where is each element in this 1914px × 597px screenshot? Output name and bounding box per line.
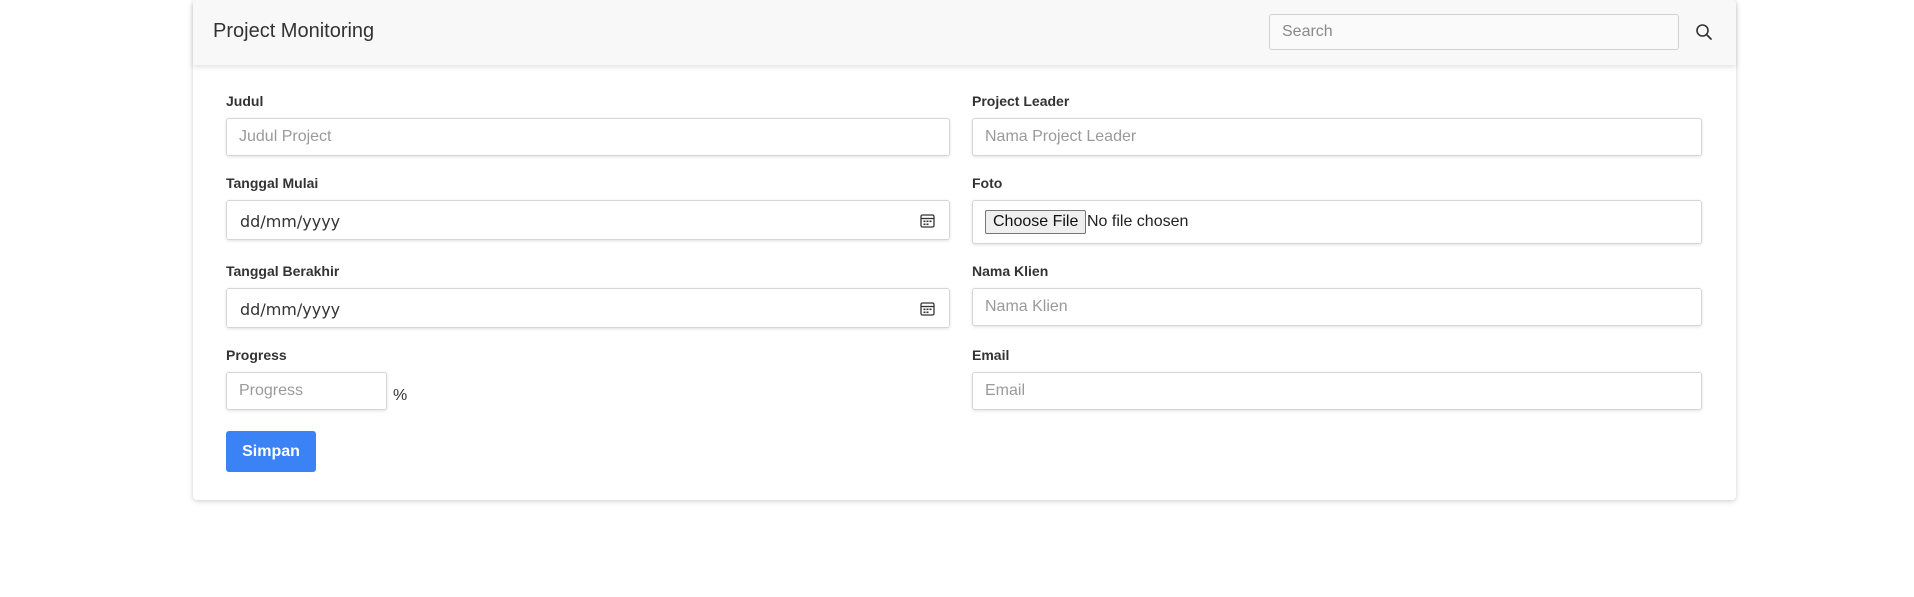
search-input[interactable] [1269,14,1679,50]
choose-file-button[interactable]: Choose File [985,210,1087,234]
calendar-icon[interactable] [920,213,935,228]
navbar: Project Monitoring [193,0,1736,65]
judul-input[interactable] [226,118,950,156]
tanggal-mulai-value: dd/mm/yyyy [240,212,341,231]
nama-klien-label: Nama Klien [972,263,1049,279]
judul-label: Judul [226,93,264,109]
email-input[interactable] [972,372,1702,410]
project-leader-label: Project Leader [972,93,1070,109]
calendar-icon[interactable] [920,301,935,316]
search-icon[interactable] [1694,22,1714,42]
foto-file-input[interactable]: Choose File No file chosen [972,200,1702,244]
tanggal-mulai-label: Tanggal Mulai [226,175,319,191]
progress-label: Progress [226,347,287,363]
file-status-text: No file chosen [1087,213,1189,230]
project-leader-input[interactable] [972,118,1702,156]
nama-klien-input[interactable] [972,288,1702,326]
tanggal-berakhir-value: dd/mm/yyyy [240,300,341,319]
foto-label: Foto [972,175,1003,191]
progress-unit: % [393,387,408,404]
page-title: Project Monitoring [213,20,375,42]
project-form-card: Project Monitoring Judul Project Leader … [193,0,1736,500]
email-label: Email [972,347,1010,363]
save-button[interactable]: Simpan [226,431,316,472]
tanggal-berakhir-label: Tanggal Berakhir [226,263,340,279]
tanggal-mulai-input[interactable]: dd/mm/yyyy [226,200,950,240]
progress-input[interactable] [226,372,387,410]
tanggal-berakhir-input[interactable]: dd/mm/yyyy [226,288,950,328]
